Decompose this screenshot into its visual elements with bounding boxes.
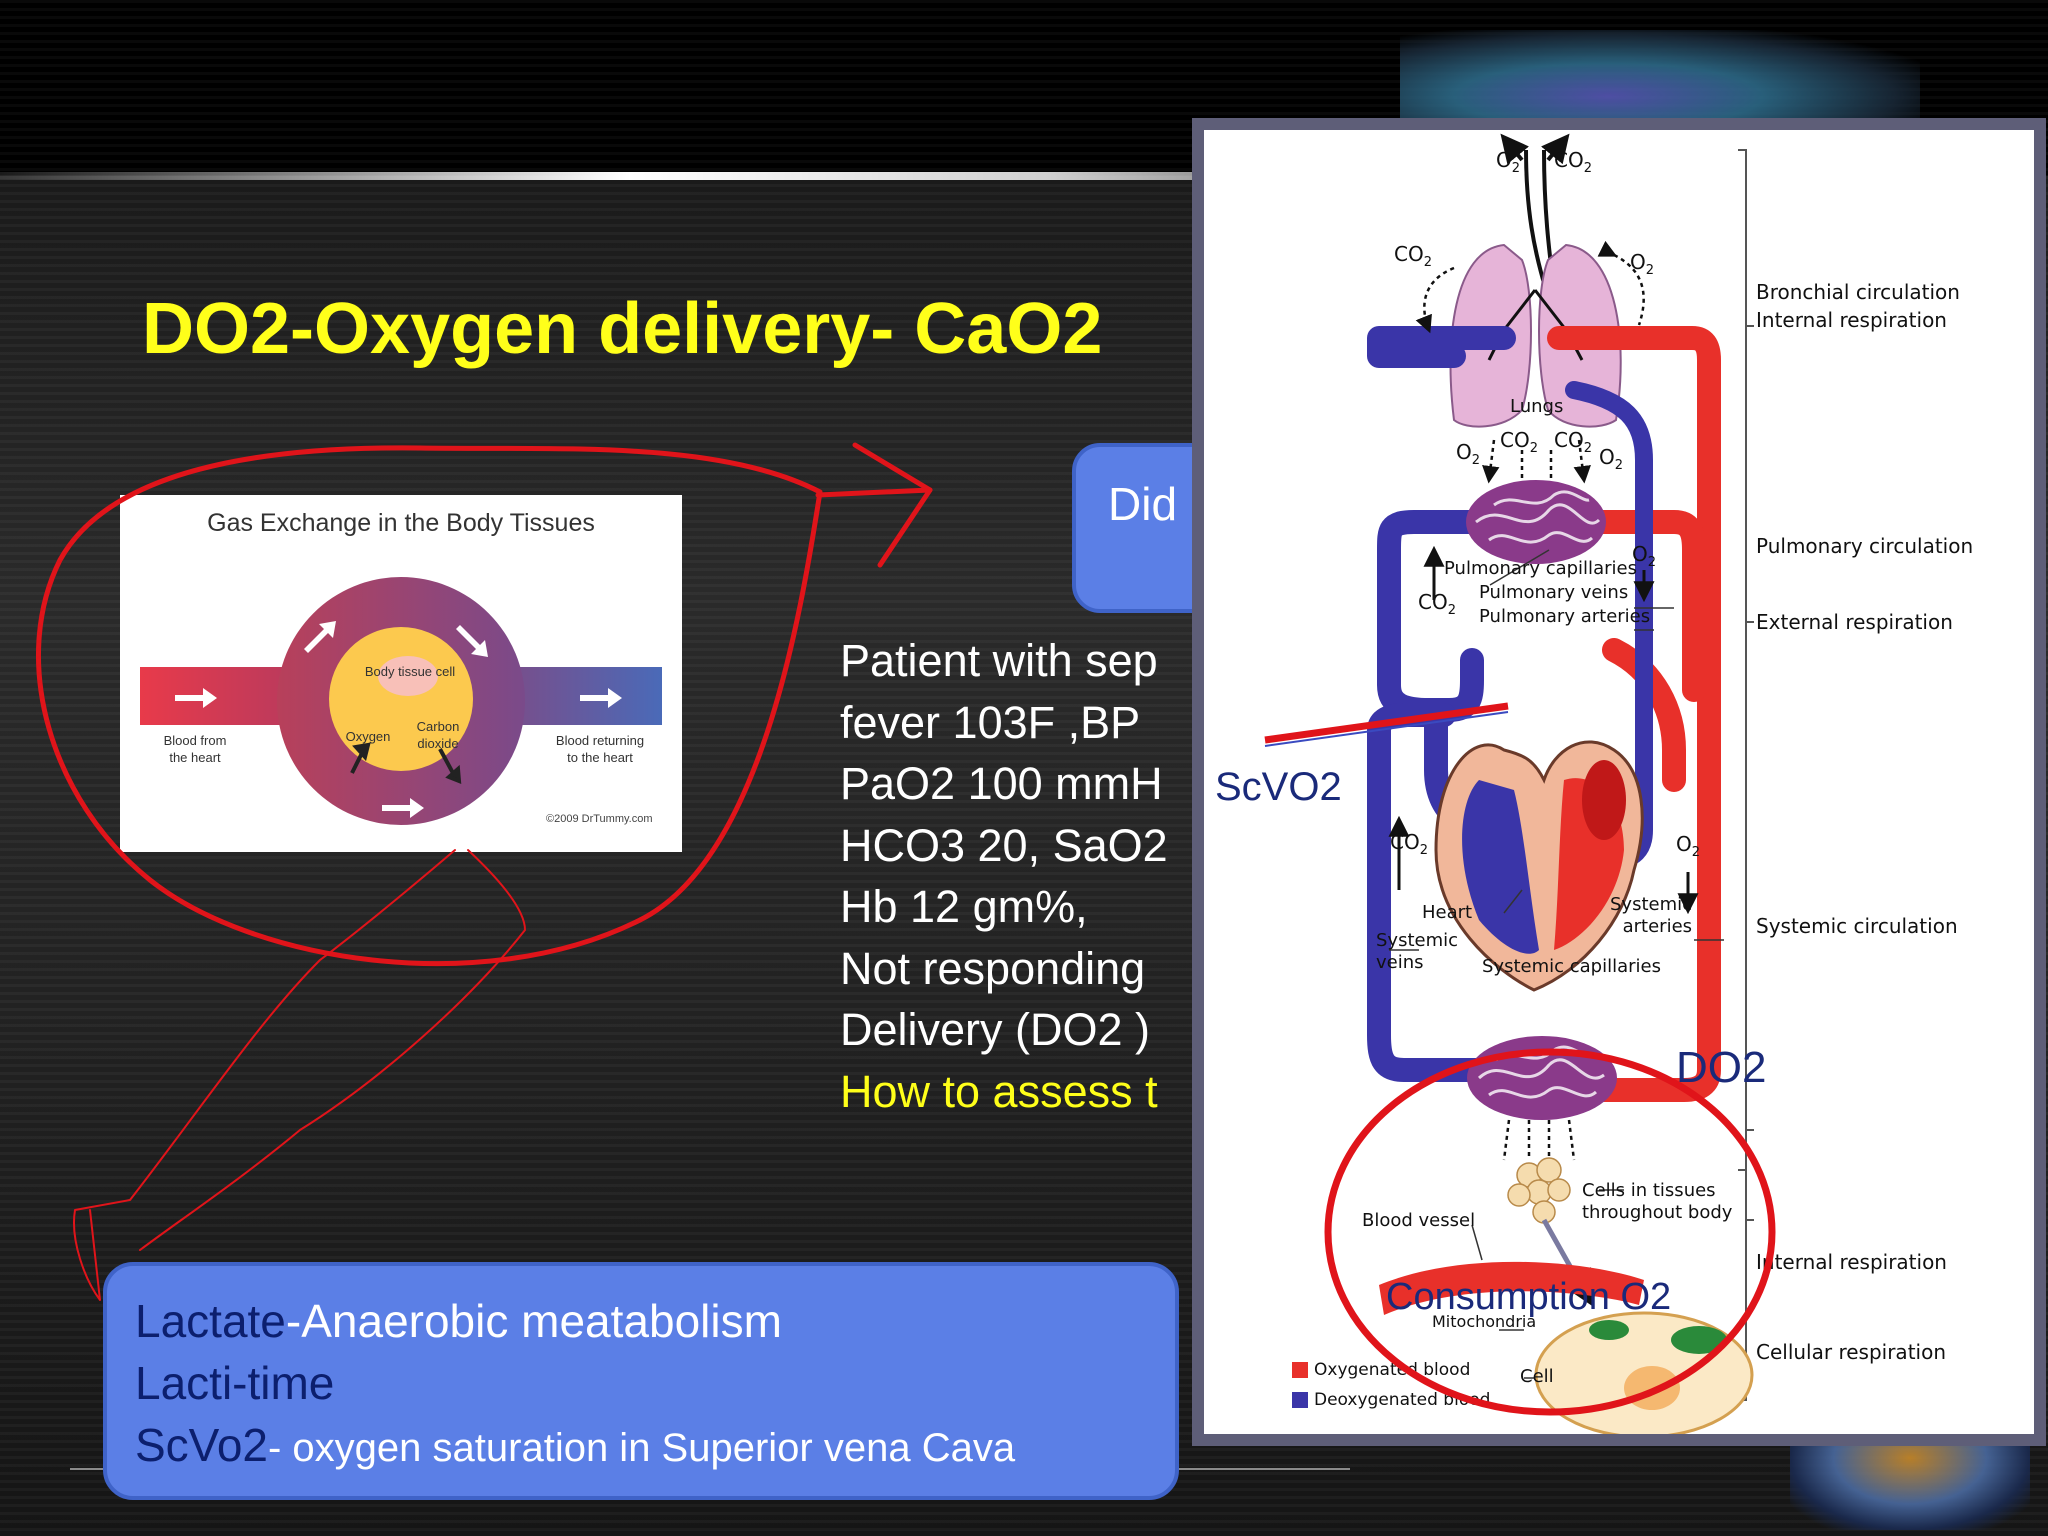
cell-label: Body tissue cell [364,664,456,679]
o2-label-top: O2 [1496,148,1521,176]
o2-label-right: O2 [1630,250,1655,278]
co2-label-lung-1: CO2 [1500,428,1538,456]
answer-scvo2: ScVo2- oxygen saturation in Superior ven… [135,1419,1016,1471]
case-line: Hb 12 gm%, [840,881,1088,932]
co2-label: Carbon dioxide [416,719,460,751]
legend-deoxygenated: Deoxygenated blood [1314,1390,1491,1410]
cellular-respiration-label: Cellular respiration [1756,1340,1946,1364]
case-line: HCO3 20, SaO2 [840,819,1168,871]
co2-label-left: CO2 [1394,242,1432,270]
o2-label-lung-left: O2 [1456,440,1481,468]
systemic-arteries-label: Systemic arteries [1610,894,1693,937]
systemic-veins-label: Systemic veins [1376,930,1459,973]
case-description: Patient with sep fever 103F ,BP PaO2 100… [840,630,1220,1122]
case-line: Not responding [840,942,1146,994]
cells-label: Cells in tissues throughout body [1582,1180,1733,1223]
gas-exchange-figure: Gas Exchange in the Body Tissues Body ti… [120,495,682,852]
gas-exchange-title: Gas Exchange in the Body Tissues [207,509,595,537]
o2-label-systemic: O2 [1676,832,1701,860]
do2-annotation: DO2 [1676,1043,1767,1092]
lungs-label: Lungs [1510,396,1564,417]
case-line: Patient with sep [840,635,1158,686]
systemic-circulation-label: Systemic circulation [1756,914,1958,938]
co2-label-systemic: CO2 [1390,830,1428,858]
oxygen-label: Oxygen [345,729,391,744]
o2-label-lung-right: O2 [1599,445,1624,473]
case-question-line: How to assess t [840,1065,1158,1117]
internal-respiration-top-label: Internal respiration [1756,308,1947,332]
bronchial-circulation-label: Bronchial circulation [1756,280,1960,304]
slide-title: DO2-Oxygen delivery- CaO2 [142,289,1103,369]
consumption-o2-annotation: Consumption O2 [1386,1276,1672,1318]
o2-label-pulmonary: O2 [1632,542,1657,570]
from-heart-label: Blood from the heart [163,733,227,765]
external-respiration-label: External respiration [1756,610,1953,634]
pulmonary-circulation-label: Pulmonary circulation [1756,534,1974,558]
case-line: fever 103F ,BP [840,696,1141,748]
figure-credit: ©2009 DrTummy.com [546,813,653,825]
header-divider [0,172,1400,180]
heart-label: Heart [1422,902,1473,923]
answer-box: Lactate-Anaerobic meatabolism Lacti-time… [103,1262,1179,1500]
scvo2-annotation: ScVO2 [1215,765,1342,809]
co2-label-pulmonary: CO2 [1418,590,1456,618]
case-line: Delivery (DO2 ) [840,1004,1151,1055]
co2-label-lung-2: CO2 [1554,428,1592,456]
returning-label: Blood returning to the heart [555,733,645,765]
slide-background: DO2-Oxygen delivery- CaO2 Did Patient wi… [0,0,2048,1536]
internal-respiration-bottom-label: Internal respiration [1756,1250,1947,1274]
cell-label: Cell [1520,1366,1554,1387]
pulmonary-arteries-label: Pulmonary arteries [1479,606,1651,627]
question-text: Did [1108,478,1178,530]
pulmonary-capillaries-label: Pulmonary capillaries [1444,558,1637,579]
legend-oxygenated: Oxygenated blood [1314,1360,1471,1380]
pulmonary-veins-label: Pulmonary veins [1479,582,1629,603]
systemic-capillaries-label: Systemic capillaries [1482,956,1661,977]
answer-lactitime: Lacti-time [135,1357,335,1409]
blood-vessel-label: Blood vessel [1362,1210,1476,1231]
co2-label-top: CO2 [1554,148,1592,176]
answer-lactate: Lactate-Anaerobic meatabolism [135,1295,782,1347]
case-line: PaO2 100 mmH [840,758,1163,809]
